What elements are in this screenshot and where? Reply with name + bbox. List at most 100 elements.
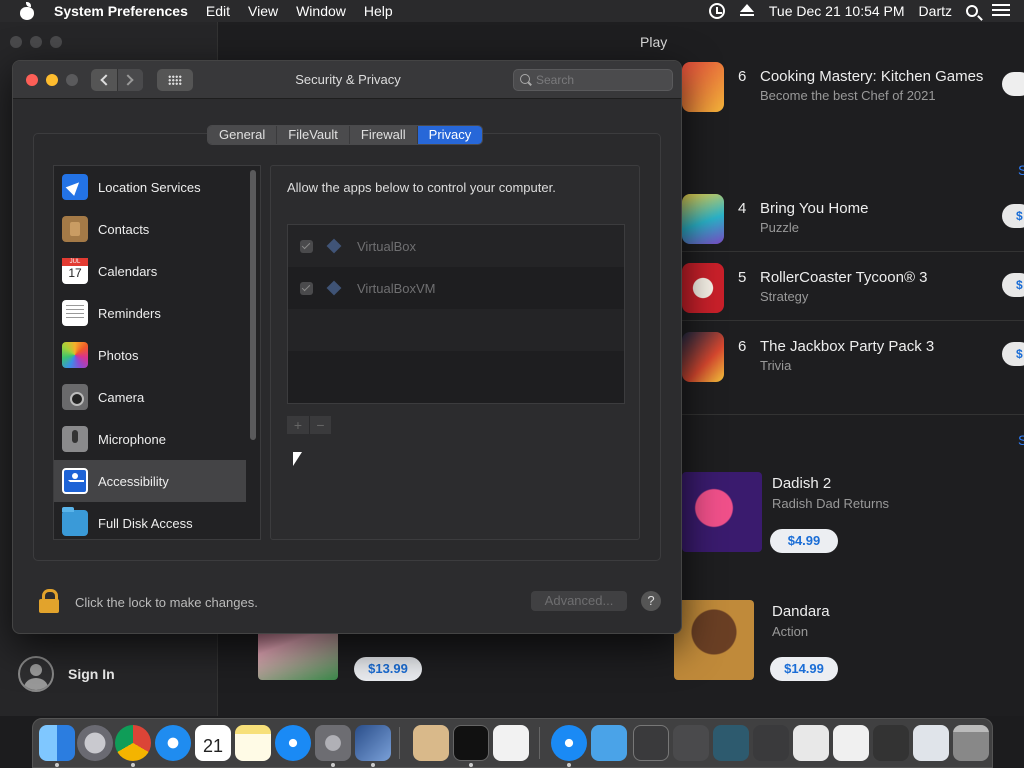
price-button[interactable]: $ — [1002, 204, 1024, 228]
help-button[interactable]: ? — [641, 591, 661, 611]
menu-edit[interactable]: Edit — [206, 3, 230, 19]
price-button[interactable]: $4.99 — [770, 529, 838, 553]
tab-general[interactable]: General — [208, 126, 278, 144]
search-field[interactable] — [513, 69, 673, 91]
sidebar-item-photos[interactable]: Photos — [54, 334, 246, 376]
featured-title: Dadish 2 — [772, 475, 832, 492]
lock-label: Click the lock to make changes. — [75, 595, 258, 610]
window-thumbnail[interactable] — [833, 725, 869, 761]
tab-bar: General FileVault Firewall Privacy — [207, 125, 484, 145]
price-button[interactable]: $ — [1002, 342, 1024, 366]
safari-icon[interactable] — [155, 725, 191, 761]
sign-in-button[interactable]: Sign In — [18, 656, 115, 692]
sidebar-item-calendars[interactable]: Calendars — [54, 250, 246, 292]
remove-button[interactable]: − — [309, 416, 331, 434]
virtualbox-dock-icon[interactable] — [355, 725, 391, 761]
window-thumbnail[interactable] — [793, 725, 829, 761]
show-all-button[interactable] — [157, 69, 193, 91]
window-thumbnail[interactable] — [713, 725, 749, 761]
window-thumbnail[interactable] — [873, 725, 909, 761]
sidebar-item-label: Full Disk Access — [98, 515, 193, 531]
sidebar-item-full-disk-access[interactable]: Full Disk Access — [54, 502, 246, 539]
price-button[interactable]: $ — [1002, 273, 1024, 297]
app-store-window-icon[interactable] — [551, 725, 587, 761]
system-preferences-icon[interactable] — [315, 725, 351, 761]
app-menu[interactable]: System Preferences — [54, 3, 188, 19]
app-checkbox[interactable] — [300, 239, 313, 253]
sidebar-item-location-services[interactable]: Location Services — [54, 166, 246, 208]
scrollbar[interactable] — [250, 170, 256, 440]
menu-help[interactable]: Help — [364, 3, 393, 19]
app-name: The Jackbox Party Pack 3 — [760, 338, 935, 355]
window-thumbnail[interactable] — [913, 725, 949, 761]
list-item[interactable]: 6 Cooking Mastery: Kitchen Games Become … — [682, 62, 1024, 122]
accessibility-icon — [62, 468, 88, 494]
tab-filevault[interactable]: FileVault — [277, 126, 350, 144]
rank-number: 4 — [738, 200, 747, 217]
forward-button[interactable] — [116, 69, 143, 91]
search-input[interactable] — [536, 72, 666, 88]
title-bar[interactable]: Security & Privacy — [13, 61, 681, 99]
eject-icon[interactable] — [739, 3, 755, 19]
window-thumbnail[interactable] — [753, 725, 789, 761]
terminal-icon[interactable] — [453, 725, 489, 761]
sidebar-item-reminders[interactable]: Reminders — [54, 292, 246, 334]
mouse-pointer-icon — [293, 452, 302, 466]
get-button[interactable] — [1002, 72, 1024, 96]
app-subtitle: Become the best Chef of 2021 — [760, 88, 936, 103]
dadish-2-artwork[interactable] — [682, 472, 762, 552]
tab-firewall[interactable]: Firewall — [349, 126, 418, 144]
calendar-dock-icon[interactable]: 21 — [195, 725, 231, 761]
time-machine-icon[interactable] — [708, 3, 725, 19]
lock-icon[interactable] — [39, 589, 59, 613]
cooking-mastery-icon — [682, 62, 724, 112]
privacy-category-list[interactable]: Location Services Contacts Calendars Rem… — [53, 165, 261, 540]
photos-icon — [62, 342, 88, 368]
tab-privacy[interactable]: Privacy — [417, 126, 483, 144]
sidebar-item-label: Contacts — [98, 221, 150, 237]
window-thumbnail[interactable] — [633, 725, 669, 761]
textedit-icon[interactable] — [493, 725, 529, 761]
app-name: RollerCoaster Tycoon® 3 — [760, 269, 928, 286]
spotlight-icon[interactable] — [966, 5, 978, 17]
sidebar-item-camera[interactable]: Camera — [54, 376, 246, 418]
menu-view[interactable]: View — [248, 3, 278, 19]
see-all-link[interactable]: S — [1018, 432, 1024, 448]
price-button[interactable]: $13.99 — [354, 657, 422, 681]
list-item[interactable]: 6 The Jackbox Party Pack 3 Trivia $ — [682, 332, 1024, 392]
list-item[interactable]: 5 RollerCoaster Tycoon® 3 Strategy $ — [682, 263, 1024, 323]
trash-icon[interactable] — [953, 725, 989, 761]
menu-clock[interactable]: Tue Dec 21 10:54 PM — [769, 3, 905, 19]
list-item[interactable]: 4 Bring You Home Puzzle $ — [682, 194, 1024, 254]
notification-center-icon[interactable] — [992, 4, 1010, 18]
menu-user[interactable]: Dartz — [919, 3, 952, 19]
window-thumbnail[interactable] — [673, 725, 709, 761]
calendar-icon — [62, 258, 88, 284]
chrome-icon[interactable] — [115, 725, 151, 761]
add-button[interactable]: + — [287, 416, 309, 434]
app-store-icon[interactable] — [275, 725, 311, 761]
sidebar-item-contacts[interactable]: Contacts — [54, 208, 246, 250]
see-all-link[interactable]: S — [1018, 162, 1024, 178]
back-button[interactable] — [91, 69, 117, 91]
menu-window[interactable]: Window — [296, 3, 346, 19]
chevron-left-icon — [100, 74, 112, 86]
downloads-folder-icon[interactable] — [591, 725, 627, 761]
app-checkbox[interactable] — [300, 281, 313, 295]
grid-icon — [168, 75, 182, 85]
menu-bar: System Preferences Edit View Window Help… — [0, 0, 1024, 22]
documents-folder-icon[interactable] — [413, 725, 449, 761]
finder-icon[interactable] — [39, 725, 75, 761]
sidebar-item-microphone[interactable]: Microphone — [54, 418, 246, 460]
app-name: VirtualBoxVM — [357, 280, 436, 296]
apple-menu-icon[interactable] — [18, 2, 38, 20]
advanced-button[interactable]: Advanced... — [531, 591, 627, 611]
launchpad-icon[interactable] — [77, 725, 113, 761]
app-name: VirtualBox — [357, 238, 417, 254]
sidebar-item-accessibility[interactable]: Accessibility — [54, 460, 246, 502]
dandara-artwork[interactable] — [674, 600, 754, 680]
location-icon — [62, 174, 88, 200]
price-button[interactable]: $14.99 — [770, 657, 838, 681]
notes-icon[interactable] — [235, 725, 271, 761]
featured-subtitle: Action — [772, 624, 809, 639]
